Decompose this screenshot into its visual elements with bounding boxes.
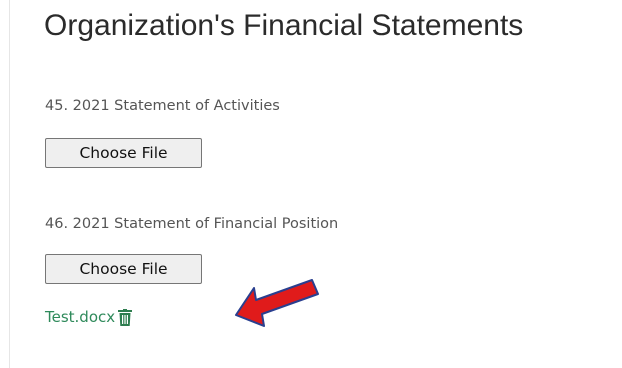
red-arrow-icon xyxy=(235,279,319,327)
financial-statements-form: Organization's Financial Statements 45. … xyxy=(0,0,622,368)
choose-file-button-statement-of-activities[interactable]: Choose File xyxy=(45,138,202,168)
choose-file-button-statement-of-financial-position[interactable]: Choose File xyxy=(45,254,202,284)
trash-icon[interactable] xyxy=(118,308,133,326)
uploaded-file-entry: Test.docx xyxy=(45,306,133,328)
uploaded-file-link[interactable]: Test.docx xyxy=(45,306,115,328)
left-border-divider xyxy=(9,0,10,368)
field-label-statement-of-financial-position: 46. 2021 Statement of Financial Position xyxy=(45,216,339,232)
field-label-statement-of-activities: 45. 2021 Statement of Activities xyxy=(45,98,280,114)
section-title: Organization's Financial Statements xyxy=(44,9,524,42)
